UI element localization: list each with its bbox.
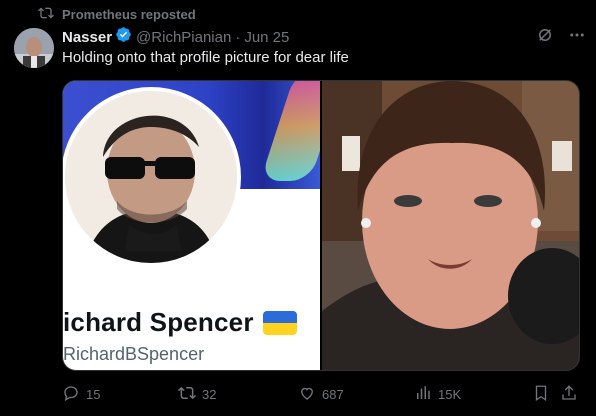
reply-icon xyxy=(62,384,80,405)
repost-button[interactable]: 32 xyxy=(178,384,216,404)
video-frame-image xyxy=(322,81,579,370)
separator: · xyxy=(235,28,241,46)
profile-display-name: ichard Spencer xyxy=(63,307,254,337)
repost-indicator[interactable]: Prometheus reposted xyxy=(38,6,196,22)
like-button[interactable]: 687 xyxy=(298,384,344,404)
reply-count: 15 xyxy=(86,386,101,402)
tweet-date[interactable]: Jun 25 xyxy=(244,29,289,46)
more-options-icon[interactable] xyxy=(568,26,586,49)
repost-action-icon xyxy=(178,384,196,405)
tweet-text: Holding onto that profile picture for de… xyxy=(62,49,349,66)
views-button[interactable]: 15K xyxy=(414,384,461,404)
profile-picture xyxy=(63,87,241,267)
reply-button[interactable]: 15 xyxy=(62,384,100,404)
grok-icon[interactable] xyxy=(536,26,554,49)
views-count: 15K xyxy=(438,386,462,402)
profile-username: RichardBSpencer xyxy=(63,344,205,364)
views-chart-icon xyxy=(414,384,432,405)
repost-icon xyxy=(38,5,54,24)
bookmark-button[interactable] xyxy=(532,384,550,404)
heart-icon xyxy=(298,384,316,405)
share-icon xyxy=(560,384,578,405)
repost-text: Prometheus reposted xyxy=(62,6,196,22)
author-handle[interactable]: @RichPianian xyxy=(136,29,231,46)
author-name[interactable]: Nasser xyxy=(62,29,112,46)
verified-badge-icon xyxy=(112,26,136,48)
ukraine-flag-icon xyxy=(262,310,297,335)
tweet-header: Nasser @RichPianian · Jun 25 xyxy=(62,26,586,48)
tweet-media[interactable]: ichard Spencer RichardBSpencer xyxy=(62,80,580,371)
tweet-actions: 15 32 687 15K xyxy=(62,384,582,404)
like-count: 687 xyxy=(322,386,344,402)
share-button[interactable] xyxy=(560,384,578,404)
profile-screenshot-image: ichard Spencer RichardBSpencer xyxy=(63,81,320,370)
avatar[interactable] xyxy=(14,28,54,68)
bookmark-icon xyxy=(532,384,550,405)
repost-count: 32 xyxy=(202,386,217,402)
